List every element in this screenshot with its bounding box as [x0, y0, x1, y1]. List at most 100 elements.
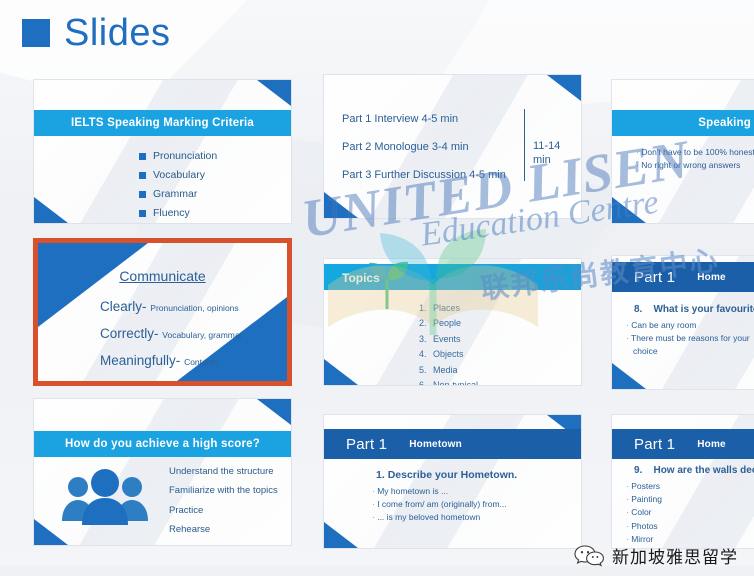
slide-title: Speaking Tips: — [612, 110, 754, 136]
list-item: Practice — [169, 504, 204, 516]
bullet-text: Fluency — [153, 207, 190, 219]
bullet-square-icon — [139, 209, 146, 217]
slide-thumbnail: Communicate Clearly- Pronunciation, opin… — [38, 243, 287, 381]
bullet-text: Vocabulary — [153, 169, 205, 181]
communicate-detail: Vocabulary, grammar — [162, 330, 243, 340]
topic-label: Hometown — [409, 438, 462, 450]
bullet-square-icon — [139, 152, 146, 160]
slide-thumbnail: Part 1 Interview 4-5 min Part 2 Monologu… — [324, 75, 581, 218]
list-item: I come from/ am (originally) from... — [372, 498, 517, 511]
slide-card-ielts-speaking-marking-criteria[interactable]: IELTS Speaking Marking Criteria Pronunci… — [33, 79, 292, 224]
question-number: 1. — [376, 469, 385, 481]
wechat-icon — [574, 544, 604, 566]
list-item: Grammar — [139, 188, 217, 200]
list-item: No right or wrong answers — [636, 159, 754, 172]
list-item: 6.Non-typical — [419, 378, 478, 385]
part-label: Part 1 — [346, 435, 388, 453]
divider — [524, 109, 525, 181]
list-item: 5. Media — [419, 364, 458, 375]
corner-triangle-icon — [257, 80, 291, 106]
slide-title: IELTS Speaking Marking Criteria — [34, 110, 291, 136]
list-item: Don't have to be 100% honest — [636, 146, 754, 159]
slide-card-speaking-tips[interactable]: Speaking Tips: Don't have to be 100% hon… — [611, 79, 754, 224]
slide-bullet-list: Pronunciation Vocabulary Grammar Fluency — [139, 150, 217, 223]
question-text: What is your favourite room? — [653, 304, 754, 315]
list-item: Familiarize with the topics — [169, 485, 278, 497]
slides-page: Slides IELTS Speaking Marking Criteria P… — [0, 0, 754, 576]
topic-label: Home — [697, 271, 726, 283]
communicate-word: Correctly- — [100, 326, 159, 341]
list-item: 3. Events — [419, 333, 461, 344]
slide-card-topics[interactable]: Topics 1. Places 2. People 3. Events 4. Obje… — [323, 258, 582, 386]
communicate-line: Clearly- Pronunciation, opinions — [100, 299, 239, 314]
slide-card-part1-home-walls[interactable]: Part 1 Home 9. How are the walls decorat… — [611, 414, 754, 549]
leaf-icon — [369, 261, 408, 309]
topic-label: Home — [697, 438, 726, 450]
slide-title: Topics — [342, 271, 380, 285]
corner-triangle-icon — [257, 399, 291, 425]
total-duration-unit: min — [533, 154, 551, 167]
slide-card-part1-hometown[interactable]: Part 1 Hometown 1. Describe your Hometow… — [323, 414, 582, 549]
topic-text: Places — [433, 303, 461, 313]
list-item: Photos — [626, 520, 754, 533]
wechat-badge: 新加坡雅思留学 — [574, 543, 738, 568]
corner-triangle-icon — [38, 243, 148, 327]
question-block: 1. Describe your Hometown. My hometown i… — [376, 469, 517, 525]
slide-thumbnail: Part 1 Home 8. What is your favourite ro… — [612, 256, 754, 389]
question-number: 9. — [634, 465, 643, 476]
list-item: Posters — [626, 480, 754, 493]
topic-text: Non-typical — [433, 380, 478, 385]
list-item: Painting — [626, 493, 754, 506]
list-item: 2. People — [419, 318, 462, 329]
list-item: 1. Places — [419, 303, 461, 313]
question-block: 9. How are the walls decorated? Posters … — [631, 465, 754, 548]
corner-triangle-icon — [547, 75, 581, 101]
list-item: Can be any room — [626, 319, 754, 332]
slide-thumbnail: Topics 1. Places 2. People 3. Events 4. Obje… — [324, 259, 581, 385]
corner-triangle-icon — [612, 363, 646, 389]
part-label: Part 1 — [634, 268, 676, 286]
slide-card-communicate-selected[interactable]: Communicate Clearly- Pronunciation, opin… — [33, 238, 292, 386]
wechat-account-name: 新加坡雅思留学 — [612, 548, 738, 567]
list-item: 4. Objects — [419, 349, 464, 360]
slide-header-banner: Part 1 Home — [612, 429, 754, 459]
slide-title: Communicate — [119, 268, 206, 284]
question-text: How are the walls decorated? — [653, 465, 754, 476]
corner-triangle-icon — [34, 197, 68, 223]
slide-title: How do you achieve a high score? — [34, 431, 291, 457]
score-tip-list: Understand the structure Familiarize wit… — [169, 462, 278, 545]
list-item: Vocabulary — [139, 169, 217, 181]
topic-text: People — [433, 318, 462, 329]
communicate-word: Meaningfully- — [100, 353, 181, 368]
blue-square-icon — [22, 19, 50, 47]
slide-bullet-list: Don't have to be 100% honest No right or… — [636, 146, 754, 172]
people-group-icon — [62, 469, 148, 525]
corner-triangle-icon — [324, 359, 358, 385]
slide-header-banner: Part 1 Hometown — [324, 429, 581, 459]
question-number: 8. — [634, 304, 643, 315]
timing-line: Part 2 Monologue 3-4 min — [342, 141, 469, 153]
list-item: My hometown is ... — [372, 485, 517, 498]
page-header: Slides — [0, 0, 754, 66]
slide-card-how-to-achieve-high-score[interactable]: How do you achieve a high score? Underst… — [33, 398, 292, 546]
slide-thumbnail: Speaking Tips: Don't have to be 100% hon… — [612, 80, 754, 223]
corner-triangle-icon — [612, 197, 646, 223]
question-heading: 8. What is your favourite room? — [634, 304, 754, 315]
slide-card-test-parts-timing[interactable]: Part 1 Interview 4-5 min Part 2 Monologu… — [323, 74, 582, 219]
question-heading: 9. How are the walls decorated? — [634, 465, 754, 476]
question-heading: 1. Describe your Hometown. — [376, 469, 517, 481]
slide-thumbnail: How do you achieve a high score? Underst… — [34, 399, 291, 545]
list-item: There must be reasons for your — [626, 332, 754, 345]
page-title: Slides — [64, 12, 171, 54]
communicate-detail: Pronunciation, opinions — [150, 303, 239, 313]
timing-line: Part 1 Interview 4-5 min — [342, 113, 459, 125]
slides-grid: IELTS Speaking Marking Criteria Pronunci… — [0, 0, 754, 576]
list-item: Fluency — [139, 207, 217, 219]
total-duration: 11-14 min — [533, 139, 560, 168]
bullet-square-icon — [139, 171, 146, 179]
slide-card-part1-home-favourite-room[interactable]: Part 1 Home 8. What is your favourite ro… — [611, 255, 754, 390]
timing-line: Part 3 Further Discussion 4-5 min — [342, 169, 506, 181]
communicate-detail: Contents — [184, 357, 219, 367]
question-text: Describe your Hometown. — [387, 469, 518, 481]
topic-text: Media — [433, 364, 458, 375]
